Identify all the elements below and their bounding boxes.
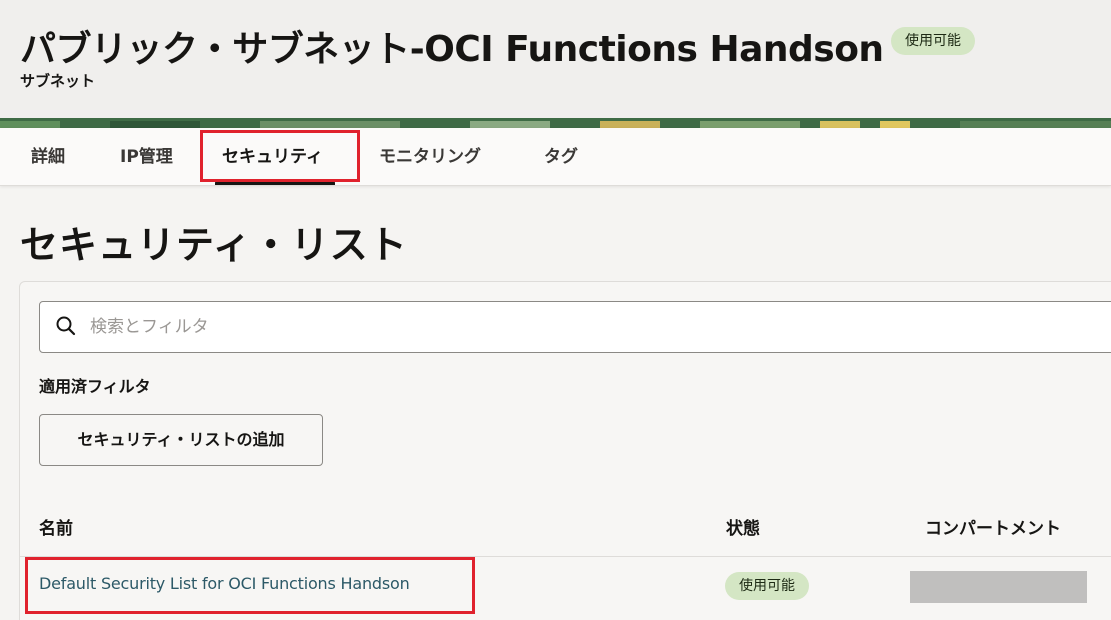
column-header-compartment: コンパートメント	[925, 519, 1061, 539]
add-security-list-button[interactable]: セキュリティ・リストの追加	[39, 414, 323, 466]
search-input[interactable]	[90, 310, 990, 344]
column-header-name: 名前	[39, 519, 73, 539]
row-status-badge: 使用可能	[725, 572, 809, 600]
section-title: セキュリティ・リスト	[20, 223, 408, 267]
applied-filters-label: 適用済フィルタ	[39, 377, 151, 396]
tab-tags[interactable]: タグ	[544, 128, 578, 186]
status-badge: 使用可能	[891, 27, 975, 55]
tab-ip-management[interactable]: IP管理	[120, 128, 173, 186]
search-icon	[56, 316, 76, 336]
tab-bar: 詳細 IP管理 セキュリティ モニタリング タグ	[0, 128, 1111, 186]
compartment-redacted	[910, 571, 1087, 603]
column-header-status: 状態	[726, 519, 760, 539]
page-header: パブリック・サブネット-OCI Functions Handson 使用可能 サ…	[0, 0, 1111, 118]
page-subtitle: サブネット	[20, 72, 96, 90]
highlight-box-security-tab	[200, 130, 360, 182]
page-title: パブリック・サブネット-OCI Functions Handson	[20, 29, 884, 70]
highlight-box-security-list	[25, 557, 475, 614]
tab-details[interactable]: 詳細	[31, 128, 65, 186]
tab-monitoring[interactable]: モニタリング	[379, 128, 481, 186]
